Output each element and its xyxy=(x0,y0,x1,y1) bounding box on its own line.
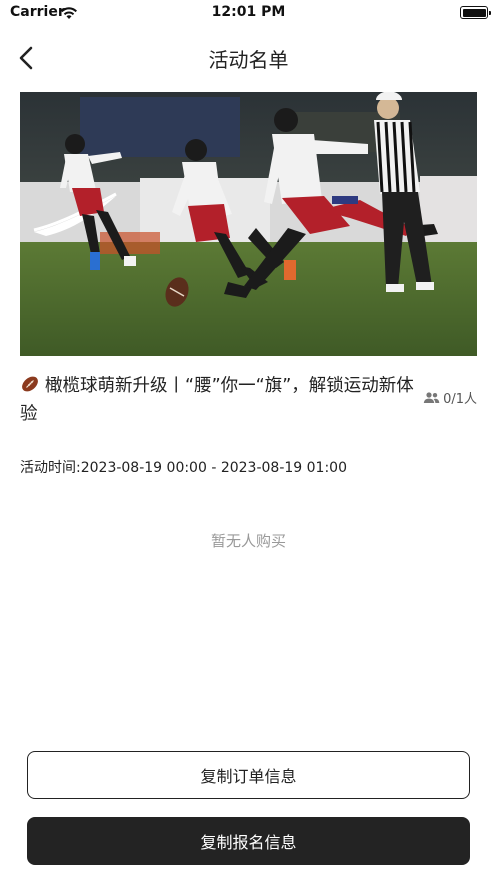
copy-order-info-button[interactable]: 复制订单信息 xyxy=(27,751,470,799)
activity-time-label: 活动时间: xyxy=(20,460,81,476)
capacity-badge: 0/1人 xyxy=(423,388,477,407)
activity-cover-image xyxy=(20,92,477,356)
status-bar: Carrier 12:01 PM xyxy=(0,0,497,26)
empty-purchase-message: 暂无人购买 xyxy=(210,532,286,550)
copy-signup-info-button[interactable]: 复制报名信息 xyxy=(27,817,470,865)
status-time: 12:01 PM xyxy=(211,4,286,20)
activity-time-value: 2023-08-19 00:00 - 2023-08-19 01:00 xyxy=(80,460,347,476)
page-title: 活动名单 xyxy=(208,48,289,72)
navigation-bar: 活动名单 xyxy=(0,34,497,82)
activity-title: 橄榄球萌新升级丨“腰”你一“旗”，解锁运动新体验 xyxy=(20,376,414,424)
people-icon xyxy=(423,392,440,403)
battery-icon xyxy=(460,6,491,19)
activity-time: 活动时间:2023-08-19 00:00 - 2023-08-19 01:00 xyxy=(20,457,347,477)
capacity-count: 0/1人 xyxy=(443,392,477,407)
activity-info: 橄榄球萌新升级丨“腰”你一“旗”，解锁运动新体验 0/1人 xyxy=(20,372,477,428)
